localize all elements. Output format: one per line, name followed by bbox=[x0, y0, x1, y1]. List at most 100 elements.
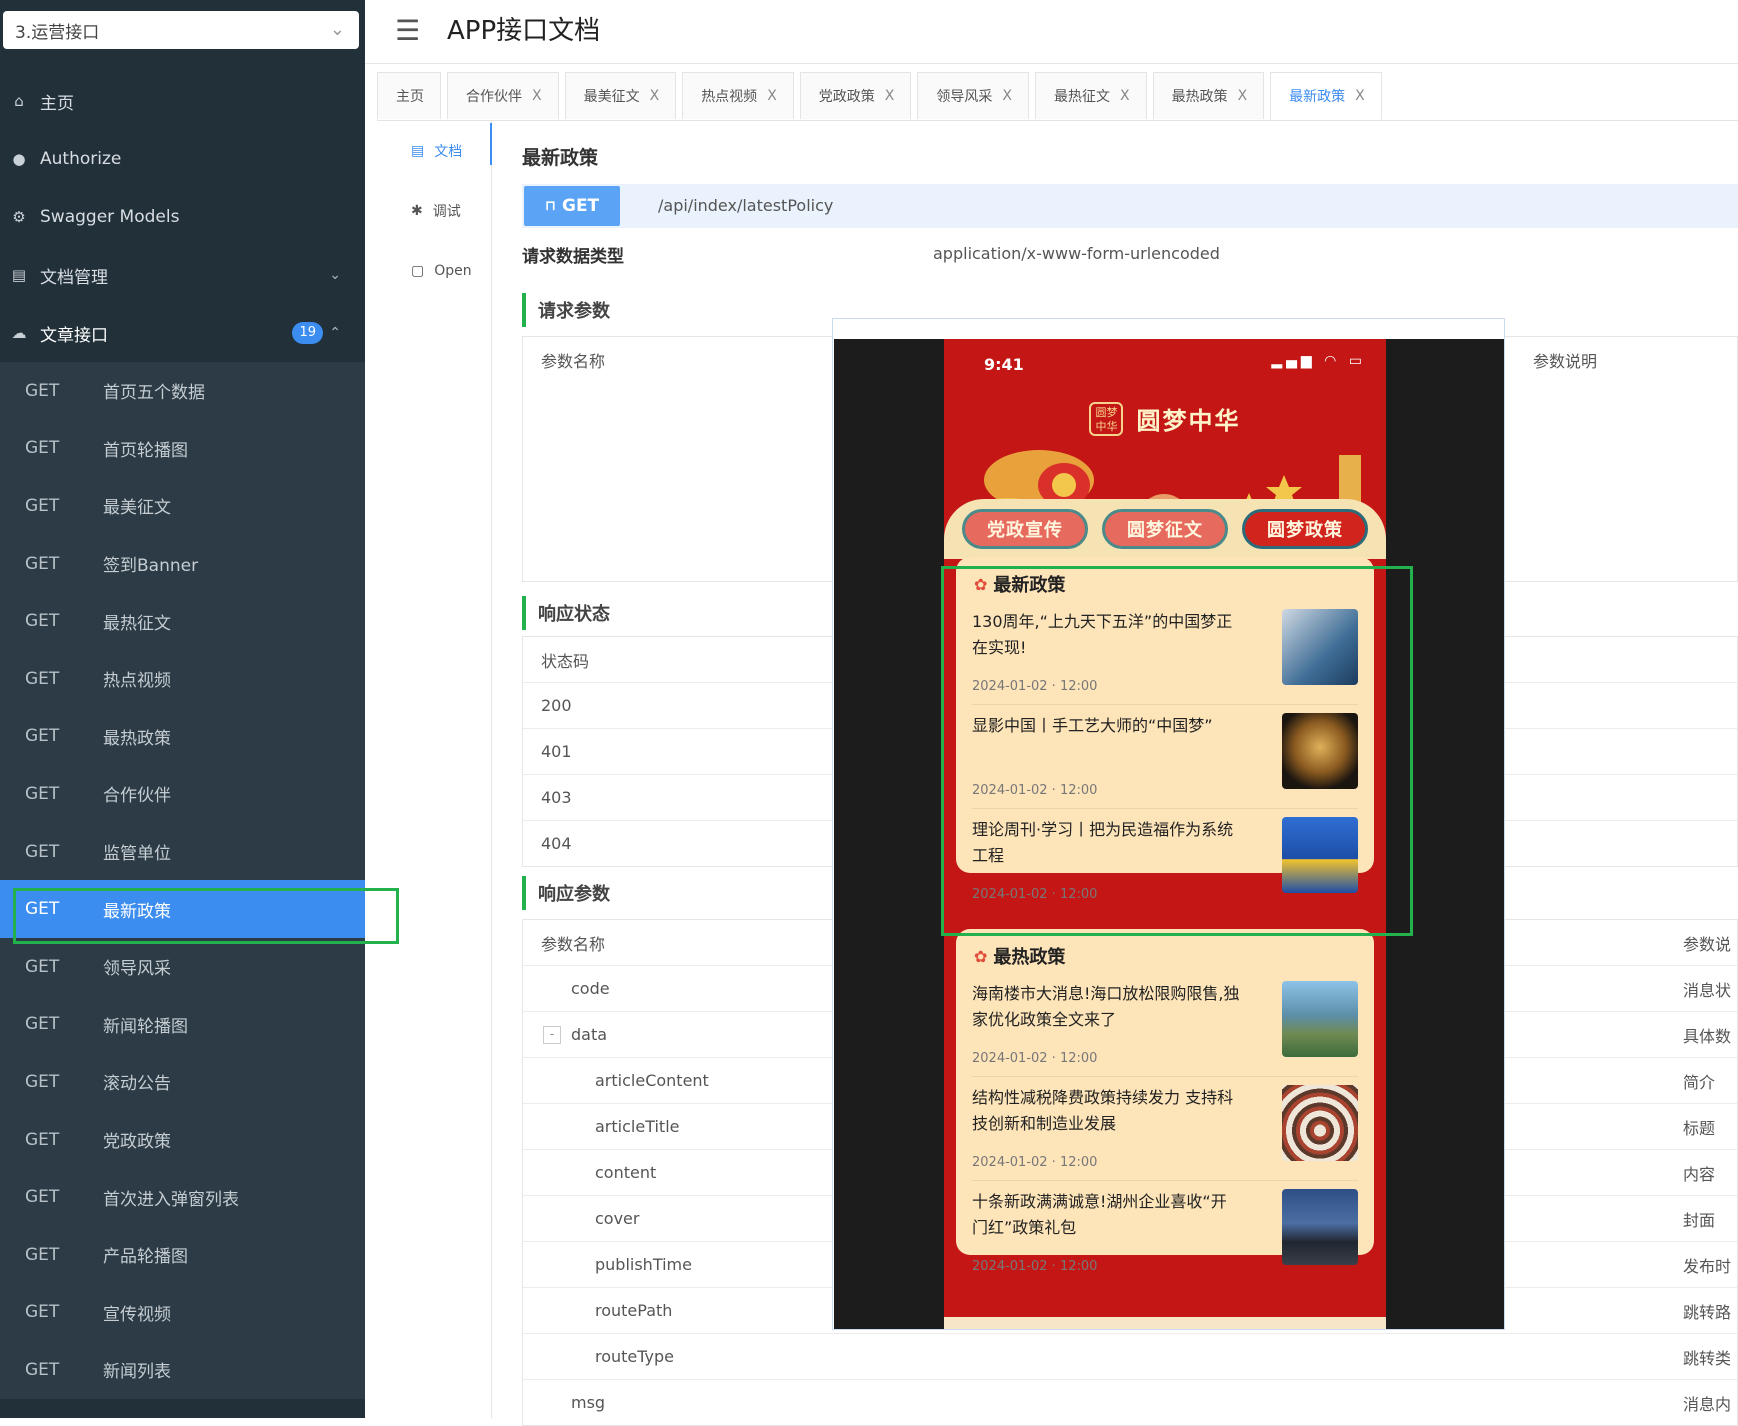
api-label: 最美征文 bbox=[103, 498, 171, 519]
tab-label: 合作伙伴 bbox=[466, 89, 522, 105]
phone-tab-bar bbox=[944, 1317, 1386, 1329]
api-item[interactable]: GET 产品轮播图 bbox=[0, 1226, 365, 1284]
doc-title: 最新政策 bbox=[522, 147, 599, 169]
col-status-header: 状态码 bbox=[541, 651, 590, 671]
bug-icon: ✱ bbox=[411, 203, 423, 219]
api-item[interactable]: GET 监管单位 bbox=[0, 823, 365, 881]
brand-logo: 圆梦中华 bbox=[1089, 401, 1124, 436]
subnav-debug[interactable]: ✱ 调试 bbox=[377, 181, 491, 241]
menu-toggle-icon[interactable]: ☰ bbox=[395, 14, 420, 47]
col-desc-header: 参数说 bbox=[1683, 934, 1732, 954]
api-item[interactable]: GET 首页轮播图 bbox=[0, 420, 365, 478]
close-icon[interactable]: X bbox=[1238, 88, 1248, 104]
param-desc: 具体数 bbox=[1683, 1026, 1732, 1046]
api-item[interactable]: GET 最美征文 bbox=[0, 477, 365, 535]
tab-leaders[interactable]: 领导风采 X bbox=[917, 72, 1029, 119]
param-desc: 消息状 bbox=[1683, 980, 1732, 1000]
method-label: GET bbox=[25, 726, 60, 747]
tab-partners[interactable]: 合作伙伴 X bbox=[447, 72, 559, 119]
tab-party-policy[interactable]: 党政政策 X bbox=[799, 72, 912, 119]
table-row: routeType 跳转类 bbox=[523, 1334, 1737, 1380]
param-desc: 跳转类 bbox=[1683, 1348, 1732, 1368]
lock-icon: ● bbox=[12, 150, 26, 168]
param-desc: 简介 bbox=[1683, 1072, 1716, 1092]
param-desc: 发布时 bbox=[1683, 1256, 1732, 1276]
subnav-doc[interactable]: ▤ 文档 bbox=[377, 121, 492, 181]
response-params-title: 响应参数 bbox=[522, 876, 610, 910]
tab-hot-essays[interactable]: 最热征文 X bbox=[1034, 72, 1147, 119]
news-item[interactable]: 结构性减税降费政策持续发力 支持科技创新和制造业发展 2024-01-02 · … bbox=[972, 1077, 1358, 1181]
close-icon[interactable]: X bbox=[650, 88, 660, 104]
close-icon[interactable]: X bbox=[532, 88, 542, 104]
api-item[interactable]: GET 新闻轮播图 bbox=[0, 996, 365, 1054]
close-icon[interactable]: X bbox=[885, 88, 895, 104]
side-menu: ⌂ 主页 ● Authorize ⚙ Swagger Models ▤ 文档管理… bbox=[0, 72, 365, 1399]
param-name: routePath bbox=[595, 1301, 673, 1320]
sidebar-item-doc-manage[interactable]: ▤ 文档管理 ⌄ bbox=[0, 246, 365, 304]
col-desc-header: 参数说明 bbox=[1533, 351, 1598, 371]
sidebar-item-label: Swagger Models bbox=[40, 207, 180, 227]
param-name: cover bbox=[595, 1209, 640, 1228]
sidebar-item-swagger-models[interactable]: ⚙ Swagger Models bbox=[0, 188, 365, 246]
api-list: GET 首页五个数据 GET 首页轮播图 GET 最美征文 GET 签到Banner G… bbox=[0, 362, 365, 1399]
tab-home[interactable]: 主页 bbox=[377, 72, 441, 119]
app-title: APP接口文档 bbox=[447, 16, 601, 46]
param-name: publishTime bbox=[595, 1255, 692, 1274]
subnav-open[interactable]: ▢ Open bbox=[377, 241, 491, 301]
tab-label: 最热征文 bbox=[1053, 89, 1110, 105]
api-item[interactable]: GET 热点视频 bbox=[0, 650, 365, 708]
table-row: msg 消息内 bbox=[523, 1380, 1737, 1425]
news-title: 结构性减税降费政策持续发力 支持科技创新和制造业发展 bbox=[972, 1088, 1234, 1133]
api-item[interactable]: GET 首页五个数据 bbox=[0, 362, 365, 420]
pill-party-publicity[interactable]: 党政宣传 bbox=[962, 509, 1088, 549]
close-icon[interactable]: X bbox=[1002, 88, 1012, 104]
tab-hot-policy[interactable]: 最热政策 X bbox=[1152, 72, 1265, 119]
method-label: GET bbox=[25, 1071, 60, 1092]
api-item[interactable]: GET 领导风采 bbox=[0, 938, 365, 996]
api-label: 最热征文 bbox=[103, 613, 171, 634]
tab-hot-videos[interactable]: 热点视频 X bbox=[682, 72, 794, 119]
tab-best-essays[interactable]: 最美征文 X bbox=[564, 72, 677, 119]
collapse-toggle[interactable]: - bbox=[543, 1026, 561, 1044]
api-label: 首页轮播图 bbox=[103, 440, 188, 461]
api-item[interactable]: GET 合作伙伴 bbox=[0, 765, 365, 823]
api-item[interactable]: GET 首次进入弹窗列表 bbox=[0, 1168, 365, 1226]
method-label: GET bbox=[25, 668, 60, 689]
sidebar-item-article-api[interactable]: ☁ 文章接口 19 ⌃ bbox=[0, 304, 365, 362]
method-badge[interactable]: ⊓ GET bbox=[524, 186, 620, 226]
close-icon[interactable]: X bbox=[1120, 88, 1130, 104]
method-label: GET bbox=[25, 553, 60, 574]
news-thumbnail bbox=[1282, 1085, 1358, 1161]
api-item[interactable]: GET 签到Banner bbox=[0, 535, 365, 593]
api-item[interactable]: GET 党政政策 bbox=[0, 1111, 365, 1169]
close-icon[interactable]: X bbox=[1355, 88, 1365, 104]
pill-dream-policy[interactable]: 圆梦政策 bbox=[1242, 509, 1368, 549]
close-icon[interactable]: X bbox=[767, 88, 777, 104]
tab-label: 最美征文 bbox=[583, 89, 640, 105]
api-item[interactable]: GET 最热征文 bbox=[0, 592, 365, 650]
news-item[interactable]: 十条新政满满诚意!湖州企业喜收“开门红”政策礼包 2024-01-02 · 12… bbox=[972, 1181, 1358, 1285]
sidebar-item-authorize[interactable]: ● Authorize bbox=[0, 130, 365, 188]
method-label: GET bbox=[25, 783, 60, 804]
pill-dream-essays[interactable]: 圆梦征文 bbox=[1102, 509, 1228, 549]
sidebar-item-home[interactable]: ⌂ 主页 bbox=[0, 72, 365, 130]
api-group-select-value: 3.运营接口 bbox=[15, 22, 100, 43]
news-date: 2024-01-02 · 12:00 bbox=[972, 1259, 1098, 1274]
api-group-select[interactable]: 3.运营接口 ⌄ bbox=[3, 11, 359, 49]
api-item[interactable]: GET 滚动公告 bbox=[0, 1053, 365, 1111]
method-label: GET bbox=[25, 438, 60, 459]
api-label: 党政政策 bbox=[103, 1132, 171, 1153]
tab-latest-policy[interactable]: 最新政策 X bbox=[1270, 72, 1382, 120]
api-item[interactable]: GET 新闻列表 bbox=[0, 1341, 365, 1399]
col-name-header: 参数名称 bbox=[541, 351, 606, 371]
endpoint-bar: ⊓ GET /api/index/latestPolicy bbox=[522, 184, 1738, 228]
highlight-box-sidebar bbox=[13, 888, 399, 944]
brand-name: 圆梦中华 bbox=[1136, 407, 1241, 435]
api-item[interactable]: GET 宣传视频 bbox=[0, 1284, 365, 1342]
api-item[interactable]: GET 最热政策 bbox=[0, 708, 365, 766]
tab-label: 领导风采 bbox=[936, 89, 993, 105]
news-item[interactable]: 海南楼市大消息!海口放松限购限售,独家优化政策全文来了 2024-01-02 ·… bbox=[972, 973, 1358, 1077]
api-label: 合作伙伴 bbox=[103, 786, 171, 807]
api-label: 领导风采 bbox=[103, 959, 171, 980]
content-type-value: application/x-www-form-urlencoded bbox=[933, 244, 1220, 263]
